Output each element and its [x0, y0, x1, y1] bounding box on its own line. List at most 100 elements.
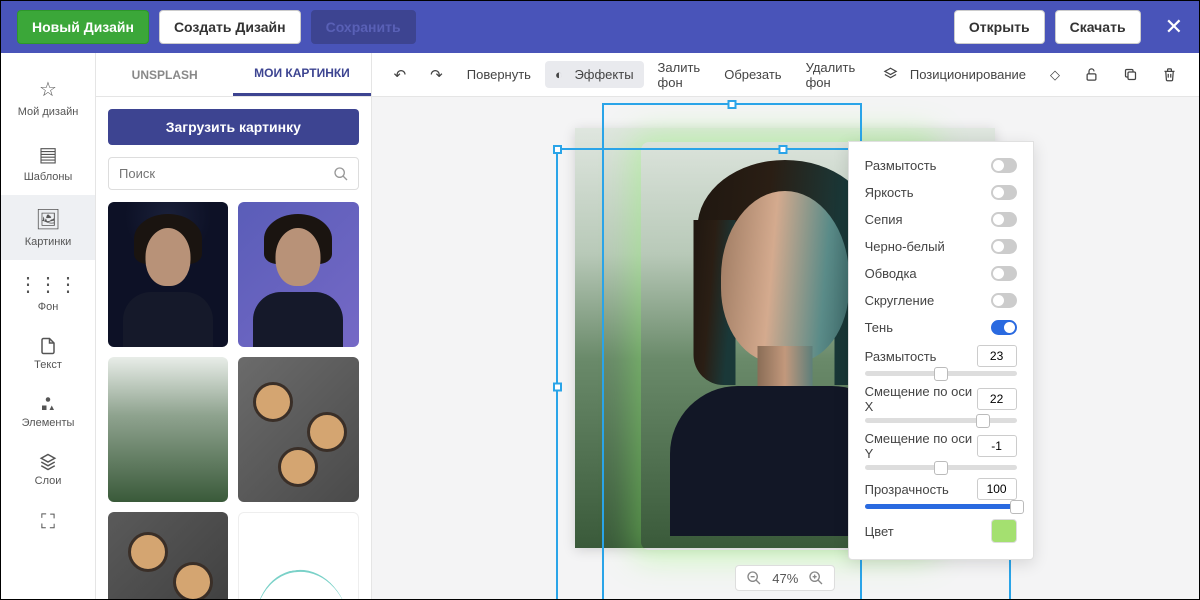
- image-icon: 🖼: [35, 207, 60, 232]
- thumbnail[interactable]: [108, 357, 228, 502]
- effects-icon: ◐: [555, 67, 563, 82]
- effect-label: Тень: [865, 320, 893, 335]
- rail-item-pictures[interactable]: 🖼 Картинки: [1, 195, 95, 260]
- tab-unsplash[interactable]: UNSPLASH: [96, 53, 233, 96]
- undo-icon: ↶: [394, 66, 407, 84]
- offset-x-slider[interactable]: [865, 418, 1017, 423]
- open-button[interactable]: Открыть: [954, 10, 1045, 44]
- slider-label: Размытость: [865, 349, 937, 364]
- side-panel: UNSPLASH МОИ КАРТИНКИ Загрузить картинку: [96, 53, 372, 599]
- thumbnail[interactable]: [108, 202, 228, 347]
- delete-button[interactable]: [1152, 61, 1187, 88]
- effects-button[interactable]: ◐ Эффекты: [545, 61, 644, 88]
- remove-bg-button[interactable]: Удалить фон: [796, 54, 866, 96]
- fill-bg-button[interactable]: Залить фон: [648, 54, 711, 96]
- templates-icon: ▤: [39, 142, 58, 167]
- save-button[interactable]: Сохранить: [311, 10, 416, 44]
- effect-label: Скругление: [865, 293, 935, 308]
- opacity-input[interactable]: [977, 478, 1017, 500]
- shapes-icon: [39, 395, 57, 413]
- layers-icon: [39, 453, 57, 471]
- slider-label: Смещение по оси Y: [865, 431, 977, 461]
- rail-label: Текст: [34, 359, 62, 371]
- text-icon: [39, 337, 57, 355]
- offset-y-slider[interactable]: [865, 465, 1017, 470]
- thumbnail[interactable]: [238, 357, 358, 502]
- rail-item-text[interactable]: Текст: [1, 325, 95, 383]
- app-header: Новый Дизайн Создать Дизайн Сохранить От…: [1, 1, 1199, 53]
- zoom-in-button[interactable]: [808, 570, 824, 586]
- redo-icon: ↷: [430, 66, 443, 84]
- lock-button[interactable]: [1074, 61, 1109, 88]
- rail-item-elements[interactable]: Элементы: [1, 383, 95, 441]
- trash-icon: [1162, 67, 1177, 82]
- rail-label: Фон: [38, 301, 59, 313]
- rail-item-templates[interactable]: ▤ Шаблоны: [1, 130, 95, 195]
- rotate-button[interactable]: Повернуть: [457, 61, 541, 88]
- rail-label: Мой дизайн: [18, 106, 79, 118]
- blur-toggle[interactable]: [991, 158, 1017, 173]
- left-rail: ☆ Мой дизайн ▤ Шаблоны 🖼 Картинки ⋮⋮⋮ Фо…: [1, 53, 96, 599]
- search-icon[interactable]: [333, 166, 349, 182]
- color-label: Цвет: [865, 524, 894, 539]
- blur-input[interactable]: [977, 345, 1017, 367]
- close-icon[interactable]: ✕: [1165, 14, 1183, 40]
- thumbnail[interactable]: [238, 512, 358, 599]
- zoom-out-button[interactable]: [746, 570, 762, 586]
- unlock-icon: [1084, 67, 1099, 82]
- image-toolbar: ↶ ↷ Повернуть ◐ Эффекты Залить фон Обрез…: [372, 53, 1199, 97]
- shadow-toggle[interactable]: [991, 320, 1017, 335]
- opacity-button[interactable]: ◇: [1040, 61, 1070, 89]
- search-input[interactable]: [108, 157, 359, 190]
- redo-button[interactable]: ↷: [420, 60, 453, 90]
- rail-label: Элементы: [22, 417, 75, 429]
- rounding-toggle[interactable]: [991, 293, 1017, 308]
- droplet-icon: ◇: [1050, 67, 1060, 83]
- upload-image-button[interactable]: Загрузить картинку: [108, 109, 359, 145]
- thumbnail[interactable]: [108, 512, 228, 599]
- create-design-button[interactable]: Создать Дизайн: [159, 10, 301, 44]
- tab-my-pictures[interactable]: МОИ КАРТИНКИ: [233, 53, 370, 96]
- grid-icon: ⋮⋮⋮: [18, 272, 78, 297]
- offset-y-input[interactable]: [977, 435, 1017, 457]
- offset-x-input[interactable]: [977, 388, 1017, 410]
- thumbnail-grid: [96, 202, 371, 599]
- download-button[interactable]: Скачать: [1055, 10, 1141, 44]
- sepia-toggle[interactable]: [991, 212, 1017, 227]
- stack-icon: [883, 67, 898, 82]
- undo-button[interactable]: ↶: [384, 60, 417, 90]
- opacity-slider[interactable]: [865, 504, 1017, 509]
- rail-item-layers[interactable]: Слои: [1, 441, 95, 499]
- rail-label: Шаблоны: [24, 171, 73, 183]
- effect-label: Черно-белый: [865, 239, 945, 254]
- zoom-control: 47%: [735, 565, 835, 591]
- thumbnail[interactable]: [238, 202, 358, 347]
- rail-item-expand[interactable]: ⛶: [1, 499, 95, 546]
- canvas-area: ↶ ↷ Повернуть ◐ Эффекты Залить фон Обрез…: [372, 53, 1199, 599]
- effect-label: Обводка: [865, 266, 917, 281]
- positioning-button[interactable]: Позиционирование: [873, 61, 1036, 88]
- new-design-button[interactable]: Новый Дизайн: [17, 10, 149, 44]
- expand-icon: ⛶: [41, 511, 55, 534]
- canvas[interactable]: Размытость Яркость Сепия Черно-белый Обв…: [372, 97, 1199, 599]
- rail-label: Картинки: [25, 236, 72, 248]
- blur-slider[interactable]: [865, 371, 1017, 376]
- rail-label: Слои: [35, 475, 62, 487]
- effect-label: Размытость: [865, 158, 937, 173]
- rail-item-background[interactable]: ⋮⋮⋮ Фон: [1, 260, 95, 325]
- slider-label: Прозрачность: [865, 482, 949, 497]
- effect-label: Сепия: [865, 212, 903, 227]
- copy-icon: [1123, 67, 1138, 82]
- zoom-value: 47%: [772, 571, 798, 586]
- crop-button[interactable]: Обрезать: [714, 61, 791, 88]
- effects-dropdown: Размытость Яркость Сепия Черно-белый Обв…: [848, 141, 1034, 560]
- stroke-toggle[interactable]: [991, 266, 1017, 281]
- bw-toggle[interactable]: [991, 239, 1017, 254]
- color-swatch[interactable]: [991, 519, 1017, 543]
- slider-label: Смещение по оси X: [865, 384, 977, 414]
- brightness-toggle[interactable]: [991, 185, 1017, 200]
- star-icon: ☆: [39, 77, 57, 102]
- rail-item-mydesign[interactable]: ☆ Мой дизайн: [1, 65, 95, 130]
- effect-label: Яркость: [865, 185, 914, 200]
- duplicate-button[interactable]: [1113, 61, 1148, 88]
